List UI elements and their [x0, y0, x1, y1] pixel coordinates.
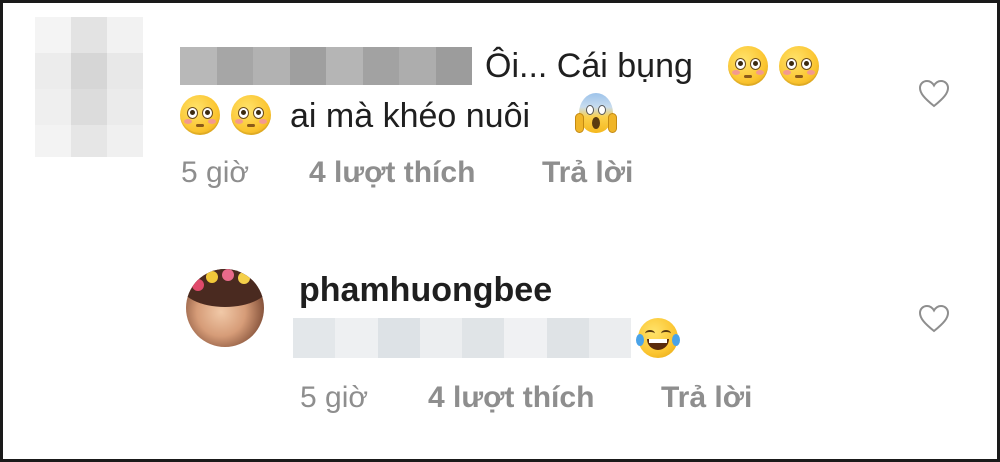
avatar-pixel-block: [107, 125, 143, 157]
reply-button[interactable]: Trả lời: [661, 383, 752, 413]
likes-count-link[interactable]: 4 lượt thích: [428, 383, 594, 413]
avatar-pixel-block: [71, 89, 107, 125]
blur-block: [362, 47, 399, 85]
blur-block: [504, 318, 547, 358]
screaming-face-icon: [575, 93, 617, 137]
blur-block: [180, 47, 217, 85]
reply-button[interactable]: Trả lời: [542, 158, 633, 188]
blur-block: [399, 47, 436, 85]
blur-block: [326, 47, 363, 85]
reply-timestamp: 5 giờ: [300, 381, 369, 414]
heart-outline-icon[interactable]: [918, 304, 950, 334]
avatar-pixel-block: [71, 53, 107, 89]
blur-block: [377, 318, 420, 358]
avatar-pixel-block: [107, 53, 143, 89]
comment-text-line-2: ai mà khéo nuôi: [290, 97, 531, 135]
avatar[interactable]: [35, 17, 145, 157]
blur-block: [293, 318, 336, 358]
blur-block: [253, 47, 290, 85]
blur-block: [419, 318, 462, 358]
avatar-pixel-block: [107, 17, 143, 53]
blur-block: [462, 318, 505, 358]
flushed-face-icon: [728, 46, 768, 86]
avatar-pixel-block: [35, 89, 71, 125]
flushed-face-icon: [779, 46, 819, 86]
comment-timestamp: 5 giờ: [181, 156, 250, 189]
flushed-face-icon: [231, 95, 271, 135]
flower-crown-icon: [206, 271, 218, 283]
blur-block: [289, 47, 326, 85]
avatar-pixel-block: [35, 125, 71, 157]
comment-text-line-1: Ôi... Cái bụng: [485, 47, 693, 85]
blur-block: [546, 318, 589, 358]
flushed-face-icon: [180, 95, 220, 135]
likes-count-link[interactable]: 4 lượt thích: [309, 158, 475, 188]
blur-block: [435, 47, 472, 85]
blur-block: [588, 318, 631, 358]
flower-crown-icon: [222, 269, 234, 281]
blurred-username[interactable]: [180, 47, 472, 85]
avatar-pixel-block: [71, 17, 107, 53]
comment-thread: Ôi... Cái bụng ai mà khéo nuôi 5 giờ 4 l…: [0, 0, 1000, 462]
avatar-pixel-block: [107, 89, 143, 125]
avatar-pixel-block: [71, 125, 107, 157]
blurred-comment-text: [293, 318, 631, 358]
flower-crown-icon: [192, 279, 204, 291]
heart-outline-icon[interactable]: [918, 79, 950, 109]
avatar-pixel-block: [35, 53, 71, 89]
blur-block: [216, 47, 253, 85]
blur-block: [335, 318, 378, 358]
reply-username[interactable]: phamhuongbee: [299, 273, 552, 307]
flower-crown-icon: [238, 272, 250, 284]
avatar-pixel-block: [35, 17, 71, 53]
face-with-tears-of-joy-icon: [636, 318, 680, 358]
avatar[interactable]: [186, 269, 264, 347]
